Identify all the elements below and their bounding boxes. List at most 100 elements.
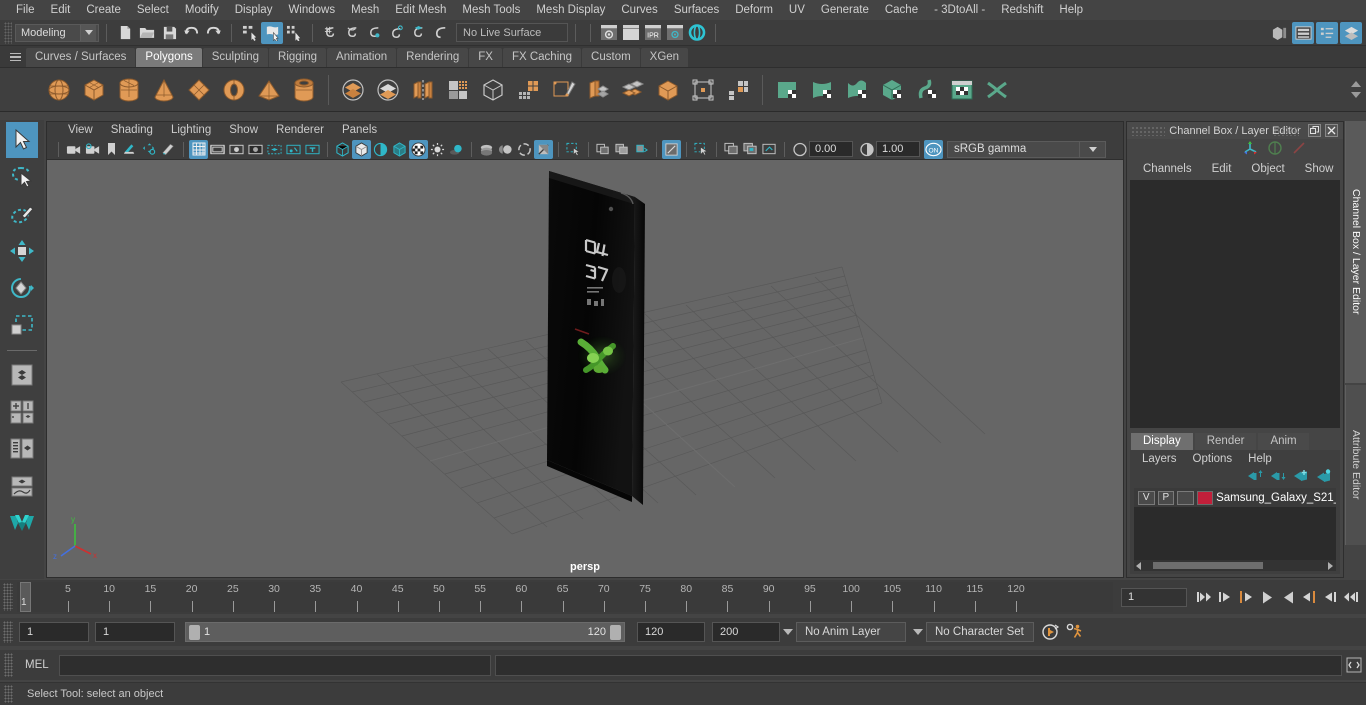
isolate-select-icon[interactable] — [564, 140, 583, 159]
viewport-menu-shading[interactable]: Shading — [102, 122, 162, 139]
layer-list[interactable]: V P Samsung_Galaxy_S21_ — [1134, 488, 1336, 560]
panel-drag-grip[interactable] — [1131, 125, 1165, 136]
paste-view-icon[interactable] — [741, 140, 760, 159]
gate-mask-icon[interactable] — [246, 140, 265, 159]
menu-item-mesh[interactable]: Mesh — [343, 0, 387, 20]
perspective-viewport[interactable]: persp y x z — [47, 160, 1123, 577]
scroll-down-icon[interactable] — [1351, 92, 1361, 98]
merge-vertices-icon[interactable] — [686, 72, 720, 108]
menu-set-selector[interactable]: Modeling — [15, 23, 99, 42]
snap-to-view-plane-icon[interactable] — [408, 22, 430, 44]
ipr-render-icon[interactable]: IPR — [642, 22, 664, 44]
extrude-icon[interactable] — [581, 72, 615, 108]
menu-item-edit-mesh[interactable]: Edit Mesh — [387, 0, 454, 20]
auto-keyframe-toggle-icon[interactable] — [1038, 622, 1062, 642]
shelf-menu-icon[interactable] — [4, 47, 26, 67]
uv-layout-icon[interactable] — [980, 72, 1014, 108]
menu-item-uv[interactable]: UV — [781, 0, 813, 20]
current-frame-field[interactable]: 1 — [1121, 587, 1187, 607]
move-tool[interactable] — [6, 233, 38, 269]
flat-shade-icon[interactable] — [390, 140, 409, 159]
layer-visibility-toggle[interactable]: V — [1138, 490, 1155, 505]
menu-item-mesh-display[interactable]: Mesh Display — [528, 0, 613, 20]
show-hide-channel-box-icon[interactable] — [1340, 22, 1362, 44]
reduce-icon[interactable] — [511, 72, 545, 108]
select-by-hierarchy-icon[interactable] — [239, 22, 261, 44]
motion-blur-icon[interactable] — [496, 140, 515, 159]
menu-item-help[interactable]: Help — [1051, 0, 1091, 20]
polygon-cube-icon[interactable] — [77, 72, 111, 108]
film-gate-icon[interactable] — [208, 140, 227, 159]
xray-joints-icon[interactable] — [613, 140, 632, 159]
single-perspective-view-layout[interactable] — [6, 357, 38, 393]
move-layer-up-icon[interactable] — [1247, 469, 1263, 485]
separate-icon[interactable] — [371, 72, 405, 108]
chevron-down-icon[interactable] — [80, 24, 96, 41]
polygon-torus-icon[interactable] — [217, 72, 251, 108]
select-camera-icon[interactable] — [64, 140, 83, 159]
snap-to-projected-center-icon[interactable] — [386, 22, 408, 44]
scroll-left-icon[interactable] — [1136, 561, 1141, 570]
menu-item-curves[interactable]: Curves — [613, 0, 665, 20]
animation-start-time-field[interactable]: 1 — [19, 622, 89, 642]
use-all-lights-icon[interactable] — [428, 140, 447, 159]
render-settings-icon[interactable] — [664, 22, 686, 44]
polygon-cone-icon[interactable] — [147, 72, 181, 108]
command-line-grip[interactable] — [4, 653, 13, 677]
shaded-wireframe-icon[interactable] — [371, 140, 390, 159]
persp-graph-layout[interactable] — [6, 468, 38, 504]
make-live-icon[interactable] — [430, 22, 452, 44]
layer-name[interactable]: Samsung_Galaxy_S21_ — [1216, 492, 1336, 504]
range-start-time-field[interactable]: 1 — [95, 622, 175, 642]
range-end-time-field[interactable]: 120 — [637, 622, 705, 642]
xray-icon[interactable] — [594, 140, 613, 159]
snap-to-point-icon[interactable] — [364, 22, 386, 44]
shelf-tab-rigging[interactable]: Rigging — [269, 48, 327, 67]
extract-icon[interactable] — [406, 72, 440, 108]
anim-layer-dropdown-arrow[interactable] — [780, 622, 796, 642]
undock-button[interactable] — [1308, 124, 1321, 137]
select-tool[interactable] — [6, 122, 38, 158]
no-manipulator-icon[interactable] — [1267, 140, 1283, 159]
uv-unfold-icon[interactable] — [910, 72, 944, 108]
shelf-tab-animation[interactable]: Animation — [327, 48, 397, 67]
uv-editor-icon[interactable] — [945, 72, 979, 108]
color-management-selector[interactable]: sRGB gamma — [947, 140, 1080, 158]
layer-tab-anim[interactable]: Anim — [1258, 433, 1309, 450]
multisample-antialias-icon[interactable] — [515, 140, 534, 159]
four-view-layout[interactable] — [6, 394, 38, 430]
snap-to-curve-icon[interactable] — [342, 22, 364, 44]
range-slider-bar[interactable]: 1 120 — [185, 622, 625, 642]
show-manipulator-tool-icon[interactable] — [1291, 140, 1307, 159]
undo-icon[interactable] — [180, 22, 202, 44]
range-end-handle[interactable] — [610, 624, 621, 640]
textured-icon[interactable] — [409, 139, 428, 159]
uv-spherical-icon[interactable] — [840, 72, 874, 108]
show-hide-tool-settings-icon[interactable] — [1316, 22, 1338, 44]
menu-item-modify[interactable]: Modify — [177, 0, 227, 20]
viewport-menu-show[interactable]: Show — [220, 122, 267, 139]
screen-space-ao-icon[interactable] — [477, 140, 496, 159]
bridge-icon[interactable] — [651, 72, 685, 108]
shelf-tab-sculpting[interactable]: Sculpting — [202, 48, 269, 67]
viewport-menu-renderer[interactable]: Renderer — [267, 122, 333, 139]
layer-tab-display[interactable]: Display — [1131, 433, 1193, 450]
step-back-keyframe-button[interactable] — [1216, 587, 1234, 607]
channel-box-menu-channels[interactable]: Channels — [1133, 163, 1202, 175]
render-current-frame-icon[interactable] — [598, 22, 620, 44]
film-origin-icon[interactable] — [265, 140, 284, 159]
play-backwards-button[interactable] — [1258, 587, 1276, 607]
menu-item-deform[interactable]: Deform — [727, 0, 781, 20]
layer-shading-toggle[interactable] — [1177, 490, 1194, 505]
command-language-selector[interactable]: MEL — [25, 659, 49, 671]
create-layer-from-selected-icon[interactable] — [1316, 469, 1332, 485]
status-line-grip[interactable] — [4, 21, 12, 44]
layer-playback-toggle[interactable]: P — [1157, 490, 1175, 505]
polygon-pipe-icon[interactable] — [287, 72, 321, 108]
command-output-field[interactable] — [494, 654, 1342, 676]
lasso-select-tool[interactable] — [6, 159, 38, 195]
exposure-adjust-icon[interactable] — [790, 140, 809, 159]
marquee-select-icon[interactable] — [692, 140, 711, 159]
layer-tab-render[interactable]: Render — [1194, 433, 1257, 450]
wireframe-shading-icon[interactable] — [333, 140, 352, 159]
